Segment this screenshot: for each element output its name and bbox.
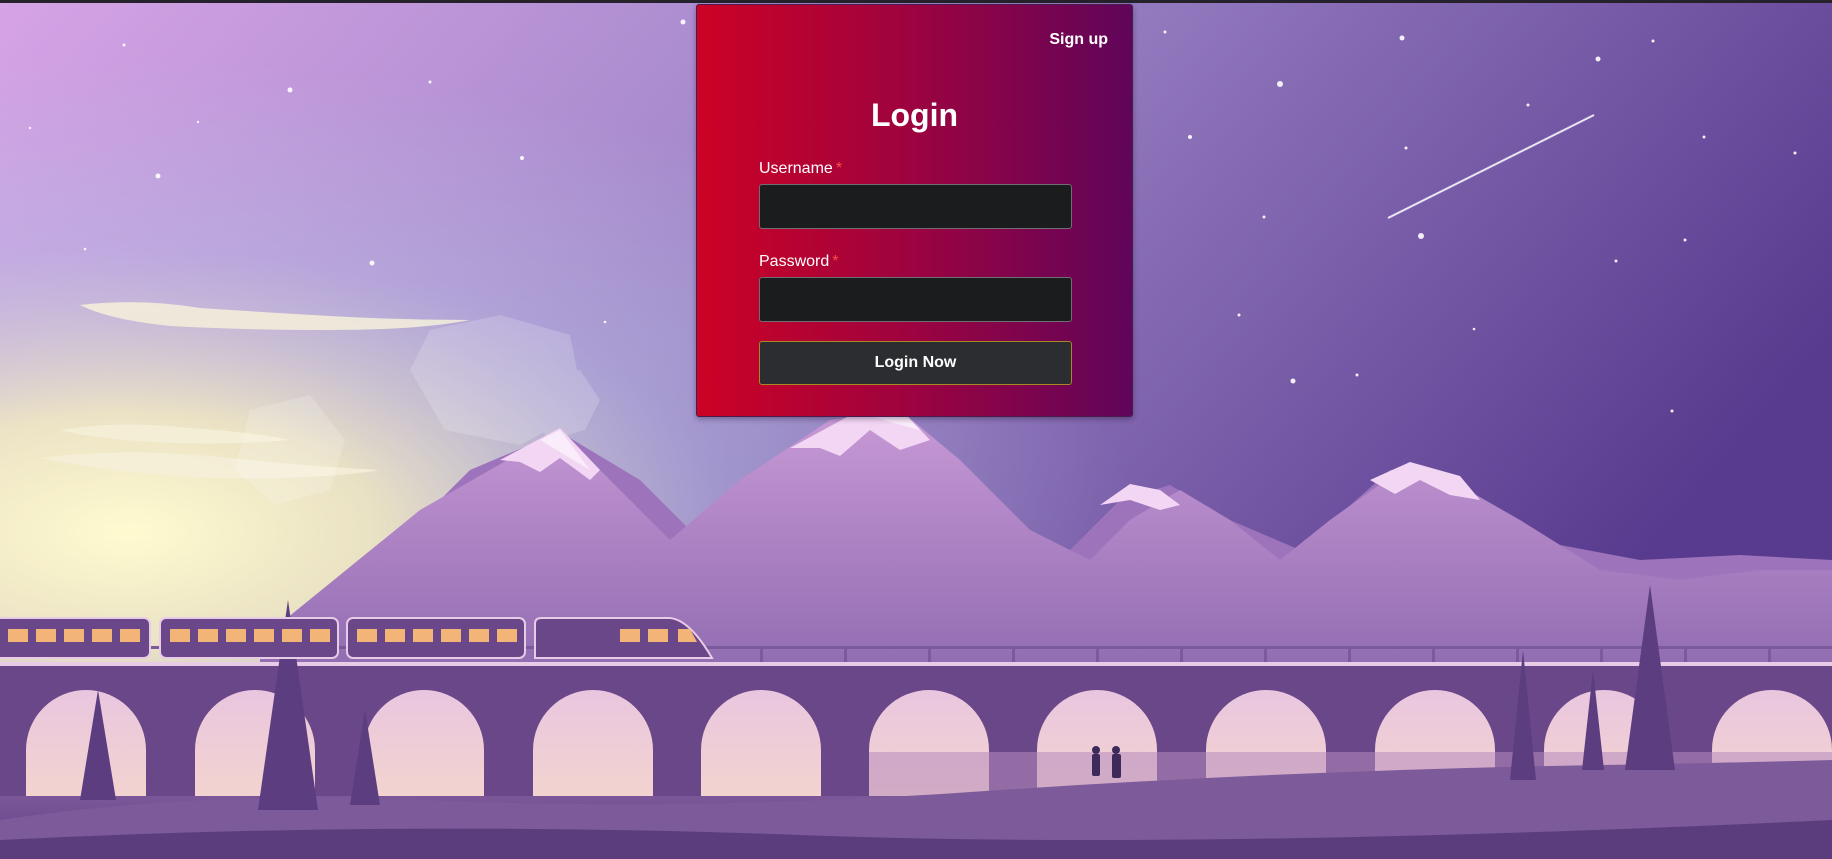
- username-input[interactable]: [759, 184, 1072, 229]
- username-label: Username *: [759, 160, 842, 178]
- login-now-button[interactable]: Login Now: [759, 341, 1072, 385]
- login-title: Login: [870, 97, 959, 133]
- signup-link[interactable]: Sign up: [1049, 31, 1108, 49]
- password-label: Password *: [759, 253, 838, 271]
- password-required-marker: *: [832, 253, 839, 270]
- username-label-text: Username: [759, 160, 833, 177]
- password-input[interactable]: [759, 277, 1072, 322]
- window-top-border: [0, 0, 1832, 3]
- password-label-text: Password: [759, 253, 830, 270]
- username-required-marker: *: [835, 160, 843, 177]
- login-card: Sign up Login Username * Password * Login …: [696, 4, 1133, 417]
